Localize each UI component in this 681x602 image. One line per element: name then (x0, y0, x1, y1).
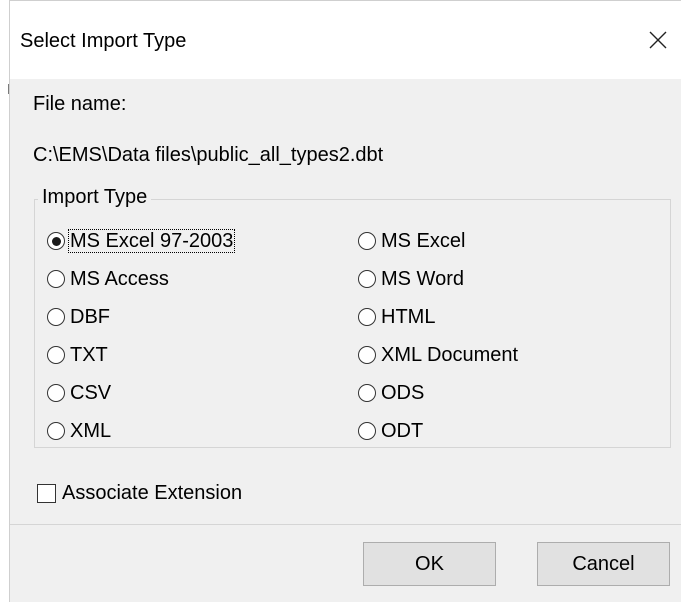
radio-label: MS Word (381, 268, 464, 290)
radio-label: XML (70, 420, 112, 442)
close-button[interactable] (635, 17, 681, 63)
title-bar: Select Import Type (10, 1, 681, 79)
radio-button[interactable] (358, 346, 376, 364)
radio-button[interactable] (47, 346, 65, 364)
radio-button[interactable] (47, 422, 65, 440)
radio-label: ODS (381, 382, 425, 404)
radio-label: CSV (70, 382, 112, 404)
radio-html[interactable]: HTML (358, 303, 437, 331)
radio-ms-excel[interactable]: MS Excel (358, 227, 467, 255)
checkbox-box[interactable] (37, 483, 56, 503)
radio-ms-word[interactable]: MS Word (358, 265, 466, 293)
radio-button[interactable] (47, 308, 65, 326)
radio-csv[interactable]: CSV (47, 379, 113, 407)
radio-odt[interactable]: ODT (358, 417, 425, 445)
radio-ms-access[interactable]: MS Access (47, 265, 171, 293)
file-name-label: File name: (33, 93, 127, 115)
radio-button[interactable] (358, 270, 376, 288)
radio-button[interactable] (358, 422, 376, 440)
radio-label: HTML (381, 306, 436, 328)
radio-label: MS Excel (381, 230, 466, 252)
radio-txt[interactable]: TXT (47, 341, 110, 369)
close-icon (649, 31, 667, 49)
radio-button[interactable] (47, 270, 65, 288)
radio-button[interactable] (47, 384, 65, 402)
radio-ms-excel-97-2003[interactable]: MS Excel 97-2003 (47, 227, 236, 255)
file-path-value: C:\EMS\Data files\public_all_types2.dbt (33, 144, 384, 166)
radio-ods[interactable]: ODS (358, 379, 426, 407)
radio-label: MS Excel 97-2003 (68, 229, 236, 253)
radio-label: XML Document (381, 344, 519, 366)
radio-xml-document[interactable]: XML Document (358, 341, 520, 369)
radio-xml[interactable]: XML (47, 417, 113, 445)
radio-button-checked[interactable] (47, 232, 65, 250)
radio-label: DBF (70, 306, 110, 328)
select-import-type-dialog: Select Import Type File name: C:\EMS\Dat… (9, 0, 681, 602)
radio-button[interactable] (358, 308, 376, 326)
radio-label: TXT (70, 344, 108, 366)
ok-button[interactable]: OK (363, 542, 496, 586)
radio-label: ODT (381, 420, 424, 442)
associate-extension-label: Associate Extension (62, 481, 243, 504)
radio-button[interactable] (358, 232, 376, 250)
associate-extension-checkbox[interactable]: Associate Extension (37, 479, 242, 507)
import-type-legend: Import Type (38, 185, 152, 209)
radio-dbf[interactable]: DBF (47, 303, 112, 331)
radio-label: MS Access (70, 268, 169, 290)
cancel-button[interactable]: Cancel (537, 542, 670, 586)
footer-separator (10, 524, 681, 525)
dialog-title: Select Import Type (20, 30, 187, 52)
radio-button[interactable] (358, 384, 376, 402)
